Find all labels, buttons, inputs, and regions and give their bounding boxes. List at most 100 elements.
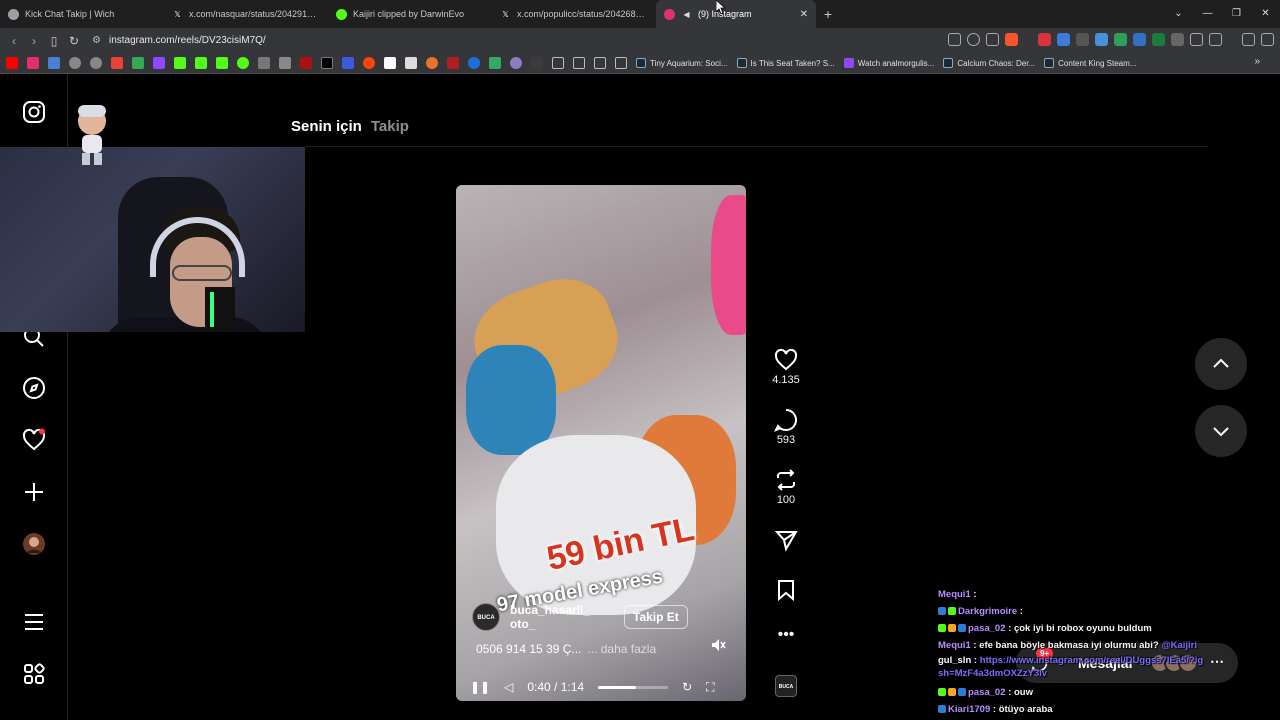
comment-action[interactable]: 593 [766, 408, 806, 446]
extension-icon[interactable] [1095, 33, 1108, 46]
kick-icon[interactable] [216, 57, 228, 69]
back-button[interactable]: ‹ [4, 34, 24, 48]
bookmark-item[interactable]: Tiny Aquarium: Soci... [636, 58, 728, 68]
music-icon[interactable] [1242, 33, 1255, 46]
chat-link[interactable]: https://www.instagram.com/reel/DUggss7IE… [938, 655, 1203, 679]
author-username[interactable]: buca_hasarli_ oto_ [510, 603, 600, 631]
share-action[interactable] [766, 528, 806, 554]
browser-tab[interactable]: 𝕏 x.com/nasquar/status/204291570284 [164, 0, 328, 28]
folder-icon[interactable] [552, 57, 564, 69]
comment-icon[interactable] [774, 408, 798, 432]
twitch-icon[interactable] [153, 57, 165, 69]
reel-video[interactable]: 59 bin TL 97 model express BUCA buca_has… [456, 185, 746, 701]
bookmark-favicon-icon[interactable] [300, 57, 312, 69]
chevron-down-icon[interactable]: ⌄ [1164, 0, 1193, 28]
like-action[interactable]: 4.135 [766, 348, 806, 386]
repost-icon[interactable] [774, 468, 798, 492]
bookmark-favicon-icon[interactable] [426, 57, 438, 69]
bookmark-item[interactable]: Watch analmorgulis... [843, 58, 934, 68]
bookmark-favicon-icon[interactable] [405, 57, 417, 69]
kick-icon[interactable] [195, 57, 207, 69]
speaker-icon[interactable]: ◀ [681, 9, 692, 20]
bookmark-item[interactable]: Is This Seat Taken? S... [736, 58, 835, 68]
instagram-logo-icon[interactable] [22, 100, 46, 124]
extension-icon[interactable] [1152, 33, 1165, 46]
bookmark-favicon-icon[interactable] [489, 57, 501, 69]
bookmark-item[interactable]: Content King Steam... [1044, 58, 1136, 68]
explore-icon[interactable] [22, 376, 46, 400]
bookmark-favicon-icon[interactable] [237, 57, 249, 69]
browser-tab[interactable]: 𝕏 x.com/populicc/status/20426820178 [492, 0, 656, 28]
muted-speaker-icon[interactable] [710, 637, 726, 653]
pause-icon[interactable]: ❚❚ [470, 680, 490, 694]
repost-action[interactable]: 100 [766, 468, 806, 506]
close-window-button[interactable]: ✕ [1251, 0, 1280, 28]
folder-icon[interactable] [594, 57, 606, 69]
share-icon[interactable] [986, 33, 999, 46]
extension-icon[interactable] [1171, 33, 1184, 46]
bookmark-icon[interactable]: ▯ [44, 34, 64, 48]
reddit-icon[interactable] [363, 57, 375, 69]
extension-icon[interactable] [1057, 33, 1070, 46]
create-plus-icon[interactable] [22, 480, 46, 504]
tab-following[interactable]: Takip [371, 118, 409, 135]
bookmark-favicon-icon[interactable] [447, 57, 459, 69]
browser-tab[interactable]: Kaijiri clipped by DarwinEvo [328, 0, 492, 28]
extension-icon[interactable] [1114, 33, 1127, 46]
instagram-icon[interactable] [27, 57, 39, 69]
kick-icon[interactable] [174, 57, 186, 69]
minimize-button[interactable]: — [1193, 0, 1222, 28]
audio-thumbnail[interactable]: BUCA [775, 675, 797, 697]
browser-tab-active[interactable]: ◀ (9) Instagram ✕ [656, 0, 816, 28]
bookmark-favicon-icon[interactable] [90, 57, 102, 69]
folder-icon[interactable] [573, 57, 585, 69]
menu-icon[interactable] [1261, 33, 1274, 46]
notifications-heart-icon[interactable] [22, 428, 46, 452]
bookmark-favicon-icon[interactable] [48, 57, 60, 69]
apps-grid-icon[interactable] [22, 662, 46, 686]
next-reel-button[interactable] [1195, 405, 1247, 457]
forward-button[interactable]: › [24, 34, 44, 48]
bookmark-favicon-icon[interactable] [510, 57, 522, 69]
cast-icon[interactable] [948, 33, 961, 46]
previous-reel-button[interactable] [1195, 338, 1247, 390]
follow-button[interactable]: Takip Et [624, 605, 688, 629]
send-icon[interactable] [774, 528, 798, 552]
browser-tab[interactable]: Kick Chat Takip | Wich [0, 0, 164, 28]
url-field[interactable]: ⚙ instagram.com/reels/DV23cisiM7Q/ [92, 35, 266, 46]
author-avatar[interactable]: BUCA [472, 603, 500, 631]
bookmark-icon[interactable] [774, 578, 798, 602]
more-options-icon[interactable]: ••• [766, 626, 806, 644]
more-link[interactable]: ... daha fazla [587, 642, 656, 656]
gmail-icon[interactable] [111, 57, 123, 69]
folder-icon[interactable] [615, 57, 627, 69]
extension-icon[interactable] [1133, 33, 1146, 46]
extension-icon[interactable] [1076, 33, 1089, 46]
heart-icon[interactable] [774, 348, 798, 372]
more-bookmarks-icon[interactable]: » [1254, 56, 1260, 67]
youtube-icon[interactable] [6, 57, 18, 69]
replay-icon[interactable]: ↻ [682, 680, 692, 694]
bookmark-favicon-icon[interactable] [468, 57, 480, 69]
site-settings-icon[interactable]: ⚙ [92, 35, 101, 46]
bookmark-favicon-icon[interactable] [531, 57, 543, 69]
profile-avatar[interactable] [22, 532, 46, 556]
brave-shield-icon[interactable] [1005, 33, 1018, 46]
reload-button[interactable]: ↻ [64, 34, 84, 48]
more-menu-icon[interactable] [22, 610, 46, 634]
bookmark-favicon-icon[interactable] [279, 57, 291, 69]
maximize-button[interactable]: ❐ [1222, 0, 1251, 28]
bookmark-item[interactable]: Calcium Chaos: Der... [943, 58, 1035, 68]
progress-bar[interactable] [598, 685, 669, 689]
tab-for-you[interactable]: Senin için [291, 118, 362, 135]
extension-icon[interactable] [1038, 33, 1051, 46]
reel-description[interactable]: 0506 914 15 39 Ç... ... daha fazla [476, 642, 656, 656]
fullscreen-icon[interactable]: ⛶ [706, 680, 714, 695]
drive-icon[interactable] [132, 57, 144, 69]
new-tab-button[interactable]: + [816, 6, 840, 22]
anchor-icon[interactable] [258, 57, 270, 69]
bookmark-favicon-icon[interactable] [69, 57, 81, 69]
close-icon[interactable]: ✕ [800, 9, 808, 20]
bookmark-favicon-icon[interactable] [342, 57, 354, 69]
save-action[interactable] [766, 578, 806, 604]
